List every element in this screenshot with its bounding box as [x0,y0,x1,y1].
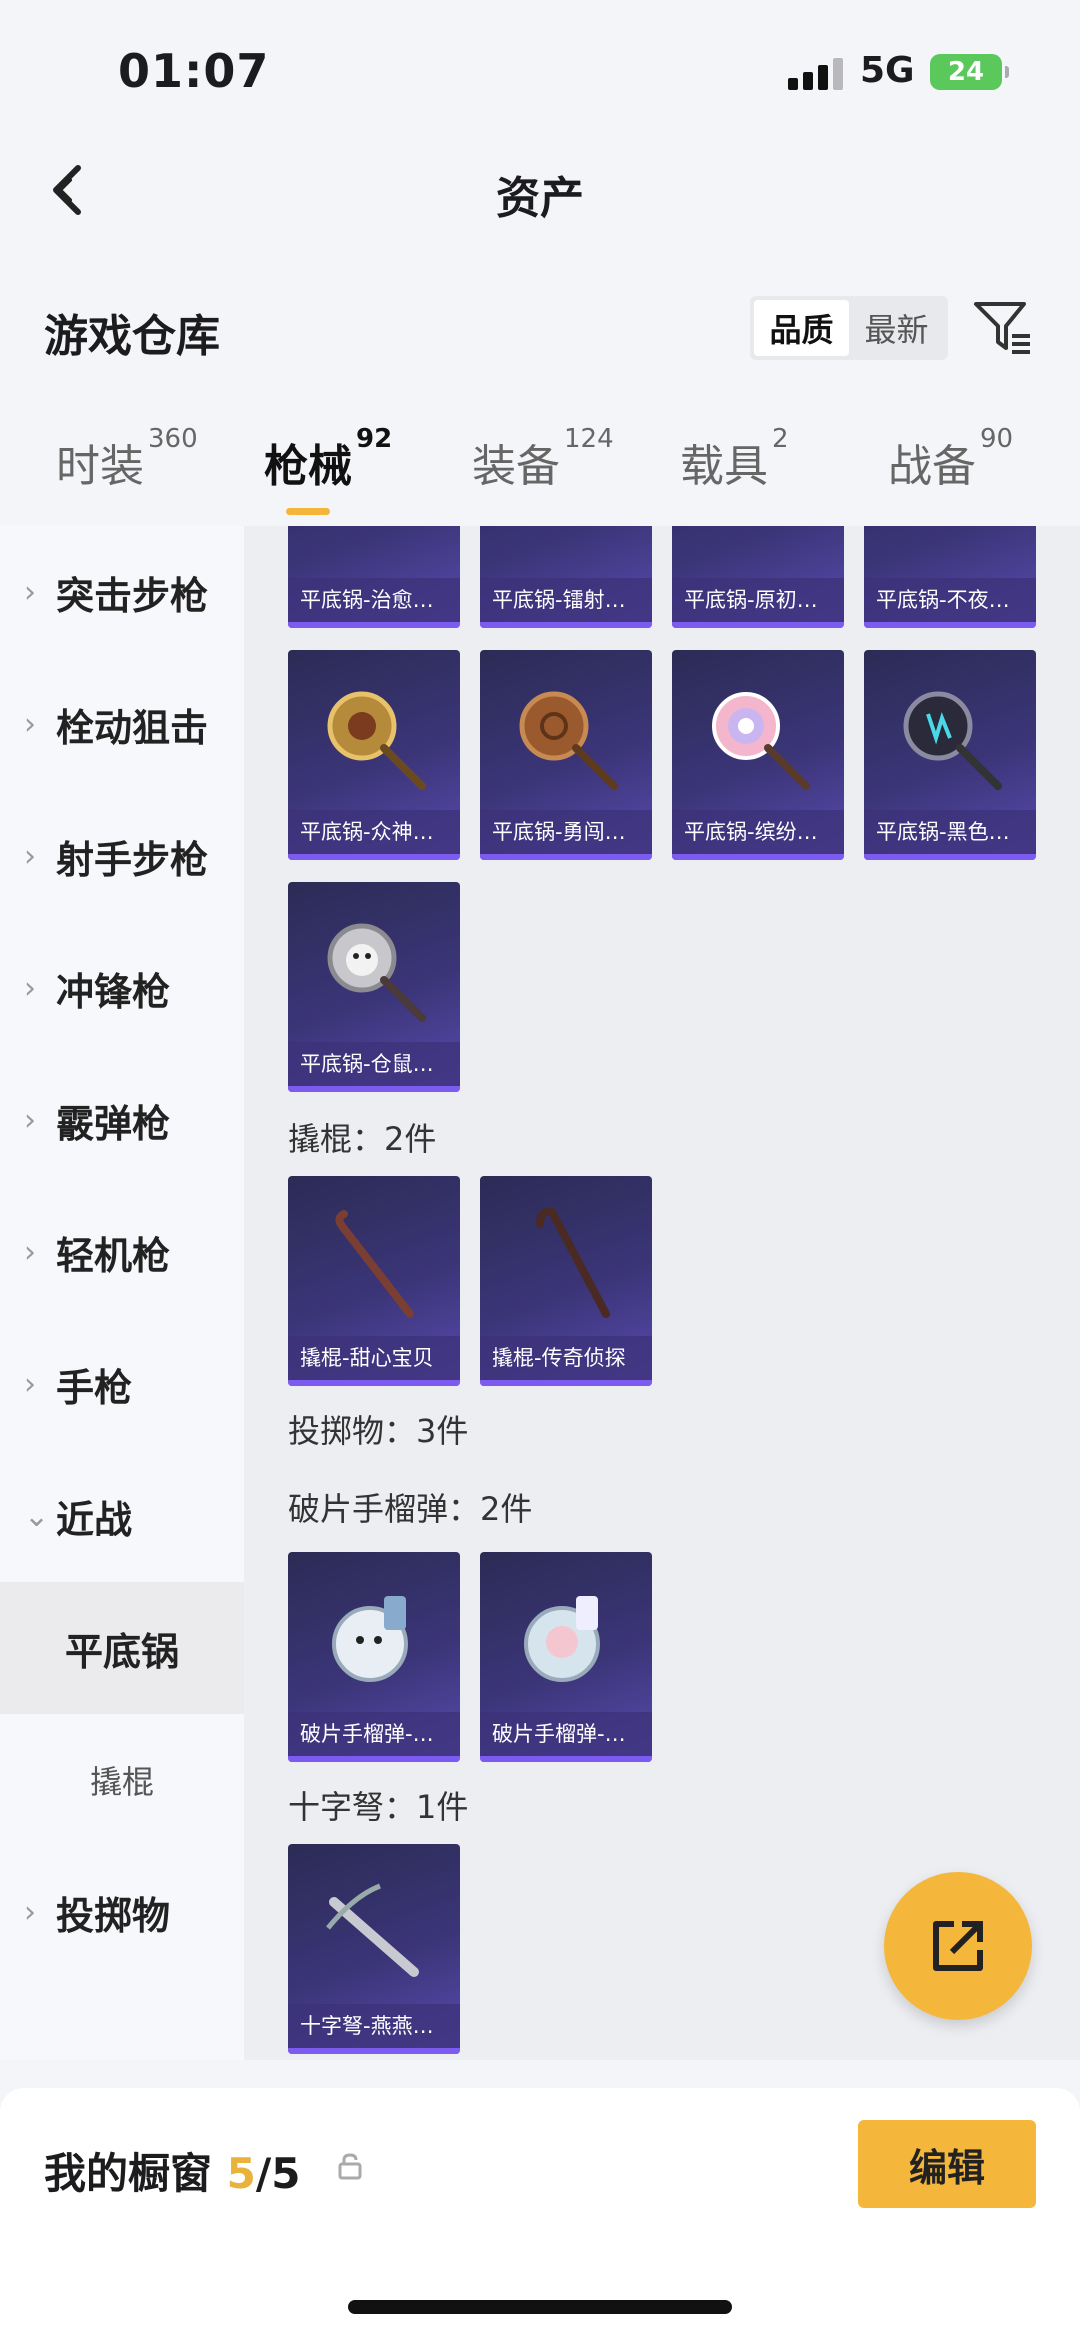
chevron-right-icon: › [24,706,36,742]
group-label-crowbar: 撬棍：2件 [288,1120,437,1158]
section-title: 游戏仓库 [44,311,220,362]
sidebar-item-bolt-sniper[interactable]: › 栓动狙击 [0,658,244,790]
pan-icon [903,691,1002,790]
tab-equipment[interactable]: 装备124 [472,424,614,494]
group-label-throwable: 投掷物：3件 [288,1412,469,1450]
item-card[interactable]: 平底锅-不夜… [864,526,1036,628]
item-card[interactable]: 十字弩-燕燕… [288,1844,460,2054]
chevron-right-icon: › [24,1102,36,1138]
item-card[interactable]: 破片手榴弹-… [480,1552,652,1762]
chevron-right-icon: › [24,970,36,1006]
share-icon[interactable] [884,1872,1032,2020]
grenade-icon [332,1596,408,1682]
item-card[interactable]: 破片手榴弹-… [288,1552,460,1762]
tab-supplies[interactable]: 战备90 [888,424,1013,494]
chevron-right-icon: › [24,838,36,874]
chevron-right-icon: › [24,574,36,610]
tab-firearms[interactable]: 枪械92 [264,424,392,494]
home-indicator [348,2300,732,2314]
pan-icon [712,692,810,790]
category-tabs: 时装360 枪械92 装备124 载具2 战备90 [0,424,1080,526]
item-grid: 平底锅-治愈… 平底锅-镭射… 平底锅-原初… 平底锅-不夜… 平底锅-众神… … [244,526,1080,2060]
sort-latest-button[interactable]: 最新 [849,300,944,356]
tab-active-indicator [286,508,330,515]
showcase-bar: 我的橱窗 5/5 编辑 [0,2088,1080,2337]
tab-fashion[interactable]: 时装360 [56,424,198,494]
item-card[interactable]: 平底锅-镭射… [480,526,652,628]
group-label-crossbow: 十字弩：1件 [288,1788,469,1826]
battery-icon: 24 [930,54,1009,90]
chevron-right-icon: › [24,1366,36,1402]
group-label-frag: 破片手榴弹：2件 [288,1490,533,1528]
sidebar-item-throwable[interactable]: › 投掷物 [0,1846,244,1978]
sidebar-item-shotgun[interactable]: › 霰弹枪 [0,1054,244,1186]
sidebar: › 突击步枪 › 栓动狙击 › 射手步枪 › 冲锋枪 › 霰弹枪 › 轻机枪 › 手枪 ⌄ 近战… [0,526,244,2060]
item-card[interactable]: 平底锅-治愈… [288,526,460,628]
edit-button[interactable]: 编辑 [858,2120,1036,2208]
sidebar-item-marksman-rifle[interactable]: › 射手步枪 [0,790,244,922]
sidebar-item-pistol[interactable]: › 手枪 [0,1318,244,1450]
sidebar-item-smg[interactable]: › 冲锋枪 [0,922,244,1054]
status-bar: 01:07 5G 24 [0,0,1080,130]
sidebar-subitem-pan[interactable]: 平底锅 [0,1582,244,1714]
item-card[interactable]: 平底锅-仓鼠… [288,882,460,1092]
crowbar-icon [536,1207,610,1318]
item-card[interactable]: 撬棍-甜心宝贝 [288,1176,460,1386]
item-card[interactable]: 平底锅-黑色… [864,650,1036,860]
item-card[interactable]: 平底锅-原初… [672,526,844,628]
sidebar-subitem-crowbar[interactable]: 撬棍 [0,1714,244,1846]
pan-icon [327,923,426,1022]
lock-icon [336,2152,364,2180]
signal-icon [788,56,844,90]
sort-quality-button[interactable]: 品质 [754,300,849,356]
tab-vehicles[interactable]: 载具2 [680,424,789,494]
sidebar-item-melee[interactable]: ⌄ 近战 [0,1450,244,1582]
page-title: 资产 [496,173,584,224]
nav-bar: 资产 [0,130,1080,250]
crowbar-icon [335,1210,414,1318]
grenade-icon [524,1596,600,1682]
showcase-label: 我的橱窗 5/5 [44,2149,301,2198]
item-card[interactable]: 平底锅-缤纷… [672,650,844,860]
status-time: 01:07 [118,44,270,98]
pan-icon [519,691,618,790]
pan-icon [327,691,426,790]
item-card[interactable]: 平底锅-勇闯… [480,650,652,860]
item-card[interactable]: 平底锅-众神… [288,650,460,860]
network-label: 5G [860,50,915,91]
chevron-down-icon: ⌄ [24,1498,50,1534]
sidebar-item-lmg[interactable]: › 轻机枪 [0,1186,244,1318]
sidebar-item-assault-rifle[interactable]: › 突击步枪 [0,526,244,658]
chevron-right-icon: › [24,1234,36,1270]
crossbow-icon [326,1883,419,1977]
filter-icon[interactable] [970,296,1034,360]
chevron-right-icon: › [24,1894,36,1930]
sort-toggle: 品质 最新 [750,296,948,360]
item-card[interactable]: 撬棍-传奇侦探 [480,1176,652,1386]
